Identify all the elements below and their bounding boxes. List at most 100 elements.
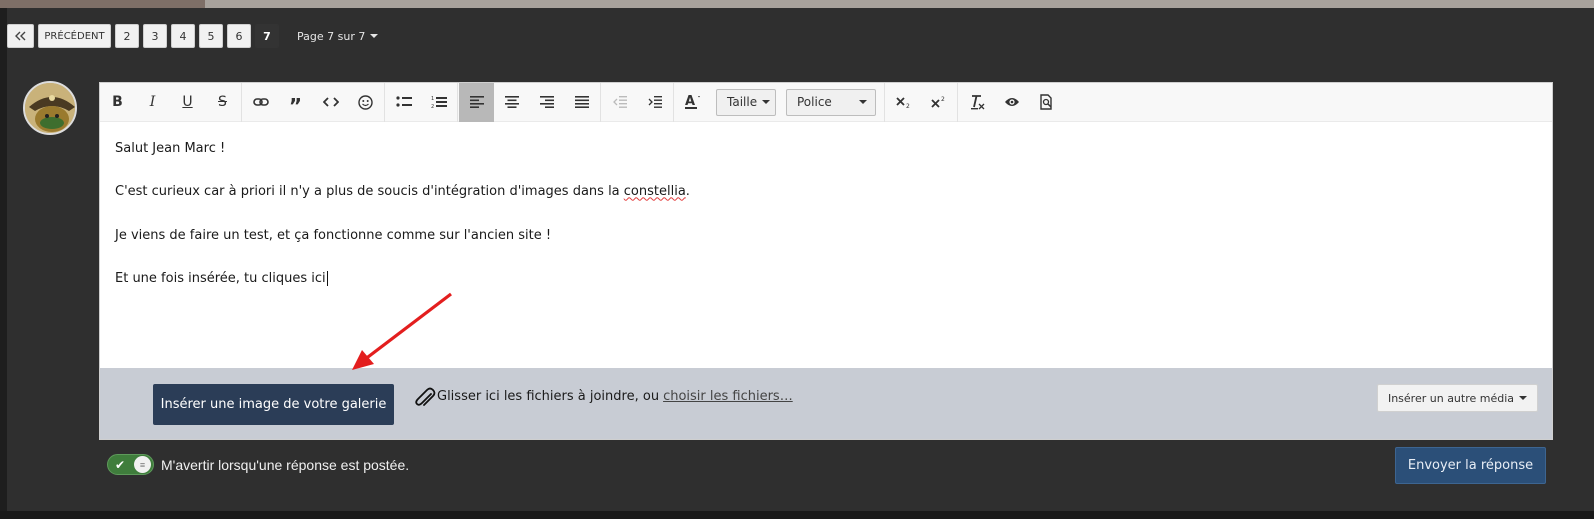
toggle-knob: ≡ xyxy=(134,456,151,473)
code-icon xyxy=(322,97,339,107)
code-button[interactable] xyxy=(313,83,348,122)
misspelled-word[interactable]: constellia xyxy=(624,184,686,199)
send-reply-button[interactable]: Envoyer la réponse xyxy=(1395,447,1546,484)
page-3-button[interactable]: 3 xyxy=(143,24,167,48)
align-center-icon xyxy=(504,96,519,108)
align-left-button[interactable] xyxy=(459,82,494,122)
editor-toolbar: B I U S ” 12 A Taille Police 2 2 xyxy=(100,82,1552,122)
link-button[interactable] xyxy=(243,83,278,122)
file-drop-zone[interactable]: Glisser ici les fichiers à joindre, ou ch… xyxy=(437,389,793,404)
bulleted-list-button[interactable] xyxy=(386,83,421,122)
notify-toggle[interactable]: ✔ ≡ xyxy=(107,454,154,475)
avatar[interactable] xyxy=(23,81,77,135)
toolbar-separator xyxy=(241,82,242,122)
toolbar-separator xyxy=(384,82,385,122)
svg-text:2: 2 xyxy=(906,103,910,109)
page-2-button[interactable]: 2 xyxy=(115,24,139,48)
underline-button[interactable]: U xyxy=(170,83,205,122)
insert-other-media-button[interactable]: Insérer un autre média xyxy=(1377,384,1538,412)
sentence-period: . xyxy=(685,184,690,200)
editor-line-last-text: Et une fois insérée, tu cliques ici xyxy=(115,271,326,287)
align-center-button[interactable] xyxy=(494,83,529,122)
justify-icon xyxy=(574,96,589,108)
attachments-bar: Insérer une image de votre galerie Gliss… xyxy=(100,368,1552,439)
svg-text:2: 2 xyxy=(941,96,945,103)
document-search-icon xyxy=(1039,94,1052,110)
justify-button[interactable] xyxy=(564,83,599,122)
editor-text-area[interactable]: Salut Jean Marc ! C'est curieux car à pr… xyxy=(115,138,1515,290)
toolbar-separator xyxy=(957,82,958,122)
first-page-button[interactable] xyxy=(7,24,34,48)
font-size-select[interactable]: Taille xyxy=(716,88,776,116)
bottom-strip xyxy=(0,511,1594,519)
numbered-list-button[interactable]: 12 xyxy=(421,83,456,122)
insert-gallery-image-button[interactable]: Insérer une image de votre galerie xyxy=(153,384,394,425)
text-color-icon: A xyxy=(684,94,700,109)
previous-page-button[interactable]: PRÉCÉDENT xyxy=(38,24,111,48)
font-family-select[interactable]: Police xyxy=(786,88,876,116)
bold-button[interactable]: B xyxy=(100,83,135,122)
toolbar-separator xyxy=(600,82,601,122)
editor-line-integration: C'est curieux car à priori il n'y a plus… xyxy=(115,181,1515,203)
top-progress-strip-fill xyxy=(0,0,205,8)
indent-button[interactable] xyxy=(637,83,672,122)
text-color-button[interactable]: A xyxy=(675,83,710,122)
caret-down-icon xyxy=(370,34,379,38)
font-size-label: Taille xyxy=(727,95,758,109)
page-jump-dropdown[interactable]: Page 7 sur 7 xyxy=(297,30,379,43)
clear-format-button[interactable] xyxy=(959,83,994,122)
editor-line-integration-text: C'est curieux car à priori il n'y a plus… xyxy=(115,184,624,200)
pagination: PRÉCÉDENT 2 3 4 5 6 7 Page 7 sur 7 xyxy=(7,24,379,48)
page-5-button[interactable]: 5 xyxy=(199,24,223,48)
text-cursor xyxy=(326,271,328,287)
clear-format-icon xyxy=(970,95,984,110)
editor-line-test: Je viens de faire un test, et ça fonctio… xyxy=(115,227,552,243)
outdent-button[interactable] xyxy=(602,83,637,122)
top-progress-strip xyxy=(0,0,1594,8)
bulleted-list-icon xyxy=(395,96,412,107)
reply-editor: B I U S ” 12 A Taille Police 2 2 Salut J… xyxy=(99,82,1553,440)
quote-button[interactable]: ” xyxy=(278,83,313,122)
align-left-icon xyxy=(469,96,484,108)
italic-icon: I xyxy=(149,94,156,110)
strikethrough-icon: S xyxy=(218,94,227,110)
page-6-button[interactable]: 6 xyxy=(227,24,251,48)
italic-button[interactable]: I xyxy=(135,83,170,122)
superscript-button[interactable]: 2 xyxy=(921,83,956,122)
align-right-icon xyxy=(539,96,554,108)
subscript-button[interactable]: 2 xyxy=(886,83,921,122)
paperclip-icon xyxy=(415,387,436,406)
svg-text:A: A xyxy=(685,94,695,109)
insert-other-media-label: Insérer un autre média xyxy=(1387,391,1515,405)
toolbar-separator xyxy=(884,82,885,122)
page-4-button[interactable]: 4 xyxy=(171,24,195,48)
editor-line-last: Et une fois insérée, tu cliques ici xyxy=(115,268,1515,290)
reply-footer: ✔ ≡ M'avertir lorsqu'une réponse est pos… xyxy=(99,443,1553,489)
choose-files-link[interactable]: choisir les fichiers… xyxy=(663,389,793,404)
align-right-button[interactable] xyxy=(529,83,564,122)
svg-text:1: 1 xyxy=(431,96,434,102)
drop-instructions: Glisser ici les fichiers à joindre, ou xyxy=(437,389,660,404)
emoji-button[interactable] xyxy=(348,83,383,122)
check-icon: ✔ xyxy=(115,458,126,472)
editor-line-greeting: Salut Jean Marc ! xyxy=(115,141,226,156)
preview-button[interactable] xyxy=(994,83,1029,122)
quote-icon: ” xyxy=(288,94,303,118)
font-family-label: Police xyxy=(797,95,832,109)
strikethrough-button[interactable]: S xyxy=(205,83,240,122)
svg-text:2: 2 xyxy=(431,104,434,109)
double-chevron-left-icon xyxy=(14,31,25,41)
caret-down-icon xyxy=(762,100,771,104)
source-preview-button[interactable] xyxy=(1029,83,1064,122)
notify-label: M'avertir lorsqu'une réponse est postée. xyxy=(161,457,410,473)
bold-icon: B xyxy=(112,94,123,110)
page-7-button-current[interactable]: 7 xyxy=(255,24,279,48)
toolbar-separator xyxy=(673,82,674,122)
caret-down-icon xyxy=(1519,396,1528,400)
numbered-list-icon: 12 xyxy=(431,96,447,109)
subscript-icon: 2 xyxy=(895,97,910,109)
indent-icon xyxy=(648,96,662,108)
